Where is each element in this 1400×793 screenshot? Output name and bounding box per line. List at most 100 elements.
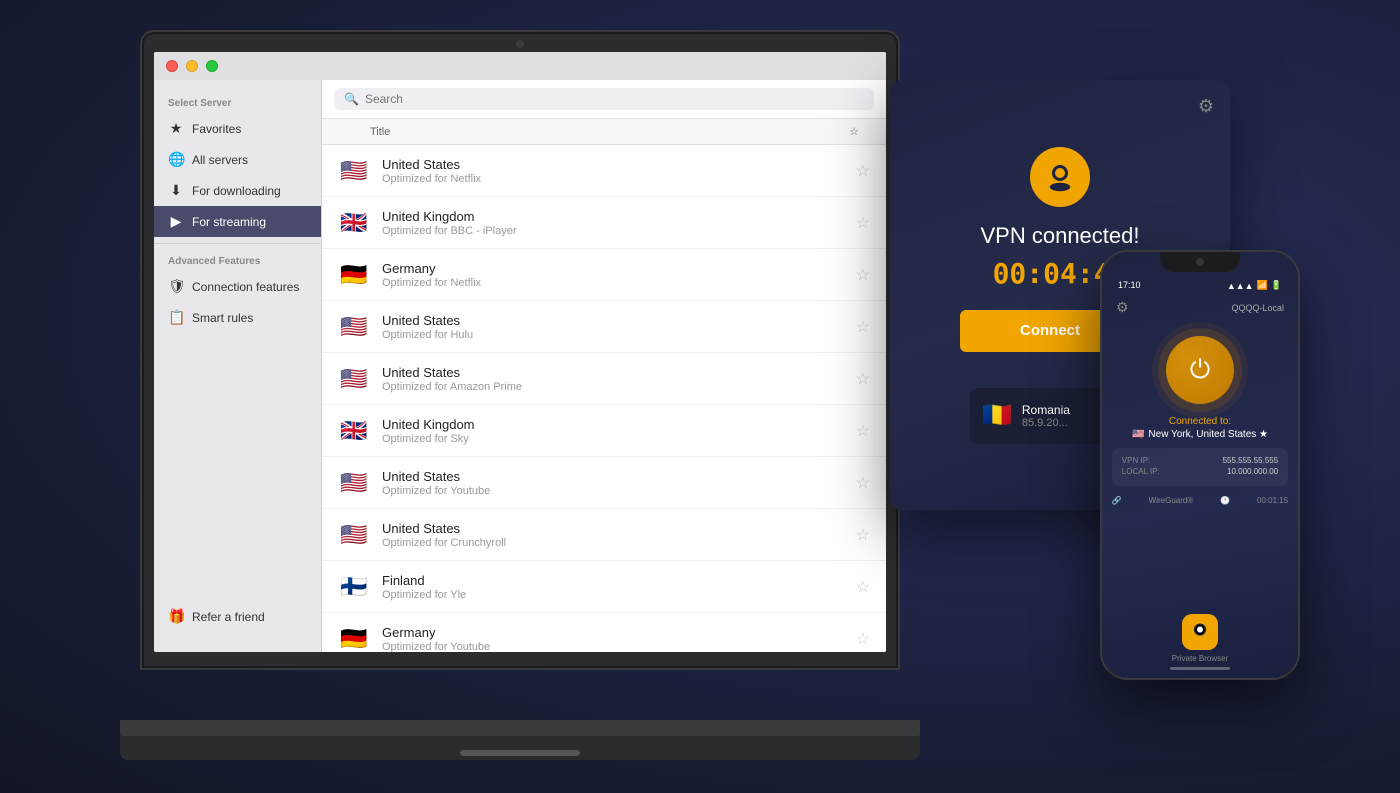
favorite-star-4[interactable]: ☆: [856, 317, 870, 337]
sidebar-item-streaming-label: For streaming: [192, 215, 266, 229]
server-subtitle-9: Optimized for Yle: [382, 589, 844, 601]
table-row[interactable]: 🇩🇪 Germany Optimized for Youtube ☆: [322, 613, 886, 652]
server-name-3: Germany: [382, 261, 844, 276]
server-subtitle-1: Optimized for Netflix: [382, 173, 844, 185]
gear-icon[interactable]: ⚙: [1198, 96, 1214, 117]
server-info-2: United Kingdom Optimized for BBC - iPlay…: [382, 209, 844, 237]
server-info-7: United States Optimized for Youtube: [382, 469, 844, 497]
table-row[interactable]: 🇺🇸 United States Optimized for Hulu ☆: [322, 301, 886, 353]
phone-status-bar: 17:10 ▲▲▲ 📶 🔋: [1102, 280, 1298, 291]
server-subtitle-7: Optimized for Youtube: [382, 485, 844, 497]
sidebar-item-connection-features[interactable]: 🛡 Connection features: [154, 271, 321, 302]
phone-status-icons: ▲▲▲ 📶 🔋: [1227, 280, 1282, 291]
sidebar-item-smart-rules[interactable]: 📋 Smart rules: [154, 302, 321, 333]
phone-local-ip-row: LOCAL IP: 10.000.000.00: [1122, 467, 1278, 476]
star-col-header: ☆: [838, 125, 870, 138]
favorite-star-10[interactable]: ☆: [856, 629, 870, 649]
window-titlebar: [154, 52, 886, 80]
favorite-star-9[interactable]: ☆: [856, 577, 870, 597]
phone-bottom-bar: Private Browser: [1102, 614, 1298, 678]
favorite-star-5[interactable]: ☆: [856, 369, 870, 389]
table-row[interactable]: 🇺🇸 United States Optimized for Netflix ☆: [322, 145, 886, 197]
server-subtitle-4: Optimized for Hulu: [382, 329, 844, 341]
flag-fi-1: 🇫🇮: [338, 574, 370, 600]
sidebar-item-downloading[interactable]: ⬇ For downloading: [154, 175, 321, 206]
romania-flag: 🇷🇴: [982, 401, 1012, 430]
phone-details-row: 🔗 WireGuard® 🕐 00:01:15: [1112, 492, 1288, 509]
favorite-star-2[interactable]: ☆: [856, 213, 870, 233]
download-icon: ⬇: [168, 182, 184, 199]
phone-app-icon[interactable]: [1182, 614, 1218, 650]
favorite-star-1[interactable]: ☆: [856, 161, 870, 181]
search-icon: 🔍: [344, 92, 359, 106]
phone-vpn-ip-row: VPN IP: 555.555.55.555: [1122, 456, 1278, 465]
phone-time: 17:10: [1118, 280, 1141, 291]
server-name-6: United Kingdom: [382, 417, 844, 432]
server-info-6: United Kingdom Optimized for Sky: [382, 417, 844, 445]
server-list: 🇺🇸 United States Optimized for Netflix ☆…: [322, 145, 886, 652]
flag-de-2: 🇩🇪: [338, 626, 370, 652]
sidebar-item-refer-label: Refer a friend: [192, 610, 265, 624]
server-name-10: Germany: [382, 625, 844, 640]
laptop-hinge: [460, 750, 580, 756]
server-subtitle-3: Optimized for Netflix: [382, 277, 844, 289]
table-row[interactable]: 🇬🇧 United Kingdom Optimized for Sky ☆: [322, 405, 886, 457]
traffic-light-minimize[interactable]: [186, 60, 198, 72]
server-name-8: United States: [382, 521, 844, 536]
table-row[interactable]: 🇫🇮 Finland Optimized for Yle ☆: [322, 561, 886, 613]
flag-us-3: 🇺🇸: [338, 366, 370, 392]
sidebar-divider: [154, 243, 321, 244]
sidebar-item-favorites[interactable]: ★ Favorites: [154, 113, 321, 144]
phone-body: 17:10 ▲▲▲ 📶 🔋 ⚙ QQQQ-Local ⏻ Connected t…: [1100, 250, 1300, 680]
table-row[interactable]: 🇩🇪 Germany Optimized for Netflix ☆: [322, 249, 886, 301]
server-name-2: United Kingdom: [382, 209, 844, 224]
phone-power-button[interactable]: ⏻: [1166, 336, 1234, 404]
phone-vpn-ip-value: 555.555.55.555: [1223, 456, 1279, 465]
flag-us-4: 🇺🇸: [338, 470, 370, 496]
phone-gear-icon[interactable]: ⚙: [1116, 299, 1129, 316]
traffic-light-maximize[interactable]: [206, 60, 218, 72]
phone-wifi-label: QQQQ-Local: [1231, 303, 1284, 313]
server-subtitle-10: Optimized for Youtube: [382, 641, 844, 653]
server-name-1: United States: [382, 157, 844, 172]
server-name-4: United States: [382, 313, 844, 328]
cyberghost-logo: [1030, 147, 1090, 207]
table-header: Title ☆: [322, 119, 886, 145]
phone-session-time: 00:01:15: [1257, 496, 1288, 505]
favorite-star-3[interactable]: ☆: [856, 265, 870, 285]
phone-location: 🇺🇸 New York, United States ★: [1132, 429, 1268, 440]
phone-home-indicator: [1170, 667, 1230, 670]
laptop-screen: Select Server ★ Favorites 🌐 All servers …: [154, 52, 886, 652]
traffic-light-close[interactable]: [166, 60, 178, 72]
vpn-status-text: VPN connected!: [981, 223, 1140, 249]
sidebar-item-streaming[interactable]: ▶ For streaming: [154, 206, 321, 237]
title-col-header: Title: [370, 126, 838, 138]
phone-front-camera: [1196, 258, 1204, 266]
globe-icon: 🌐: [168, 151, 184, 168]
server-info-8: United States Optimized for Crunchyroll: [382, 521, 844, 549]
phone-protocol-label: WireGuard®: [1149, 496, 1194, 505]
server-info-4: United States Optimized for Hulu: [382, 313, 844, 341]
phone-local-ip-label: LOCAL IP:: [1122, 467, 1160, 476]
mac-window: Select Server ★ Favorites 🌐 All servers …: [154, 52, 886, 652]
favorite-star-7[interactable]: ☆: [856, 473, 870, 493]
flag-us-5: 🇺🇸: [338, 522, 370, 548]
search-input[interactable]: [365, 92, 864, 106]
table-row[interactable]: 🇬🇧 United Kingdom Optimized for BBC - iP…: [322, 197, 886, 249]
laptop-base-top: [120, 720, 920, 736]
favorite-star-8[interactable]: ☆: [856, 525, 870, 545]
favorite-star-6[interactable]: ☆: [856, 421, 870, 441]
phone-wifi-icon: 📶: [1257, 280, 1268, 291]
search-input-wrapper: 🔍: [334, 88, 874, 110]
table-row[interactable]: 🇺🇸 United States Optimized for Amazon Pr…: [322, 353, 886, 405]
sidebar-item-connection-label: Connection features: [192, 280, 299, 294]
table-row[interactable]: 🇺🇸 United States Optimized for Crunchyro…: [322, 509, 886, 561]
phone-local-ip-value: 10.000.000.00: [1227, 467, 1278, 476]
sidebar-item-refer[interactable]: 🎁 Refer a friend: [154, 601, 321, 632]
sidebar-item-smart-rules-label: Smart rules: [192, 311, 253, 325]
table-row[interactable]: 🇺🇸 United States Optimized for Youtube ☆: [322, 457, 886, 509]
phone-clock-icon: 🕐: [1220, 496, 1230, 505]
sidebar-item-all-servers[interactable]: 🌐 All servers: [154, 144, 321, 175]
sidebar-item-all-servers-label: All servers: [192, 153, 248, 167]
rules-icon: 📋: [168, 309, 184, 326]
